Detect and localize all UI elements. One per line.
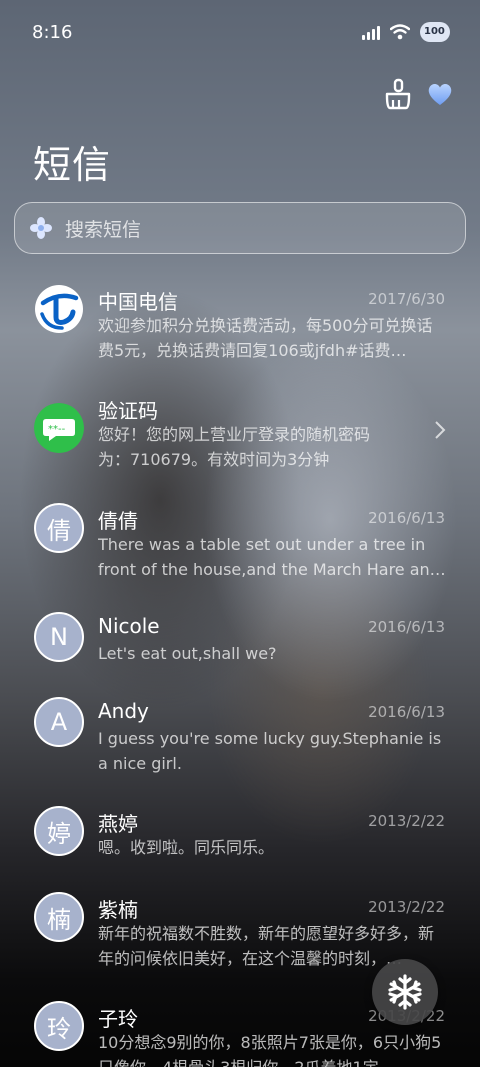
contact-name: Andy — [98, 699, 149, 723]
search-placeholder: 搜索短信 — [65, 218, 142, 241]
avatar: A — [34, 697, 84, 747]
wifi-icon — [390, 24, 410, 40]
battery-level: 100 — [424, 26, 445, 37]
message-preview: 嗯。收到啦。同乐同乐。 — [98, 838, 275, 857]
page-title: 短信 — [33, 143, 112, 187]
contact-name: Nicole — [98, 614, 160, 638]
avatar: 倩 — [34, 503, 84, 553]
search-input[interactable]: 搜索短信 — [14, 202, 466, 254]
message-date: 2016/6/13 — [368, 703, 445, 721]
conversation-item[interactable]: 婷 燕婷 2013/2/22 嗯。收到啦。同乐同乐。 — [0, 806, 480, 878]
avatar: 婷 — [34, 806, 84, 856]
svg-text:**--: **-- — [48, 424, 66, 435]
conversation-item[interactable]: 中国电信 2017/6/30 欢迎参加积分兑换话费活动，每500分可兑换话费5元… — [0, 285, 480, 376]
compose-button[interactable] — [372, 959, 438, 1025]
status-time: 8:16 — [32, 22, 73, 43]
message-preview: I guess you're some lucky guy.Stephanie … — [98, 729, 442, 773]
message-preview: 您好！您的网上营业厅登录的随机密码为：710679。有效时间为3分钟 — [98, 425, 371, 469]
status-icons: 100 — [362, 22, 450, 42]
chevron-right-icon[interactable] — [433, 420, 447, 440]
avatar: 玲 — [34, 1001, 84, 1051]
message-date: 2016/6/13 — [368, 509, 445, 527]
battery-icon: 100 — [420, 22, 450, 42]
flower-icon — [30, 217, 52, 239]
message-preview: Let's eat out,shall we? — [98, 644, 277, 663]
conversation-item[interactable]: 倩 倩倩 2016/6/13 There was a table set out… — [0, 503, 480, 595]
contact-name: 紫楠 — [98, 898, 138, 922]
verification-bubble-icon: **-- — [34, 403, 84, 453]
signal-icon — [362, 24, 380, 40]
avatar: N — [34, 612, 84, 662]
message-preview: There was a table set out under a tree i… — [98, 535, 446, 579]
china-telecom-logo — [35, 285, 83, 333]
message-preview: 10分想念9别的你，8张照片7张是你，6只小狗5只像你，4根骨头3根归你，2爪着… — [98, 1033, 442, 1067]
contact-name: 倩倩 — [98, 509, 138, 533]
heart-icon[interactable] — [426, 80, 454, 108]
message-date: 2013/2/22 — [368, 812, 445, 830]
contact-name: 验证码 — [98, 399, 158, 423]
conversation-item[interactable]: **-- 验证码 您好！您的网上营业厅登录的随机密码为：710679。有效时间为… — [0, 395, 480, 485]
contact-name: 中国电信 — [98, 290, 178, 314]
avatar: 楠 — [34, 892, 84, 942]
message-date: 2017/6/30 — [368, 290, 445, 308]
snowflake-icon — [388, 974, 422, 1010]
contact-name: 燕婷 — [98, 812, 138, 836]
message-preview: 欢迎参加积分兑换话费活动，每500分可兑换话费5元，兑换话费请回复106或jfd… — [98, 316, 433, 360]
message-date: 2013/2/22 — [368, 898, 445, 916]
brush-icon[interactable] — [382, 78, 414, 110]
contact-name: 子玲 — [98, 1007, 138, 1031]
conversation-item[interactable]: N Nicole 2016/6/13 Let's eat out,shall w… — [0, 612, 480, 684]
conversation-item[interactable]: A Andy 2016/6/13 I guess you're some luc… — [0, 697, 480, 789]
message-date: 2016/6/13 — [368, 618, 445, 636]
status-bar: 8:16 100 — [0, 0, 480, 68]
